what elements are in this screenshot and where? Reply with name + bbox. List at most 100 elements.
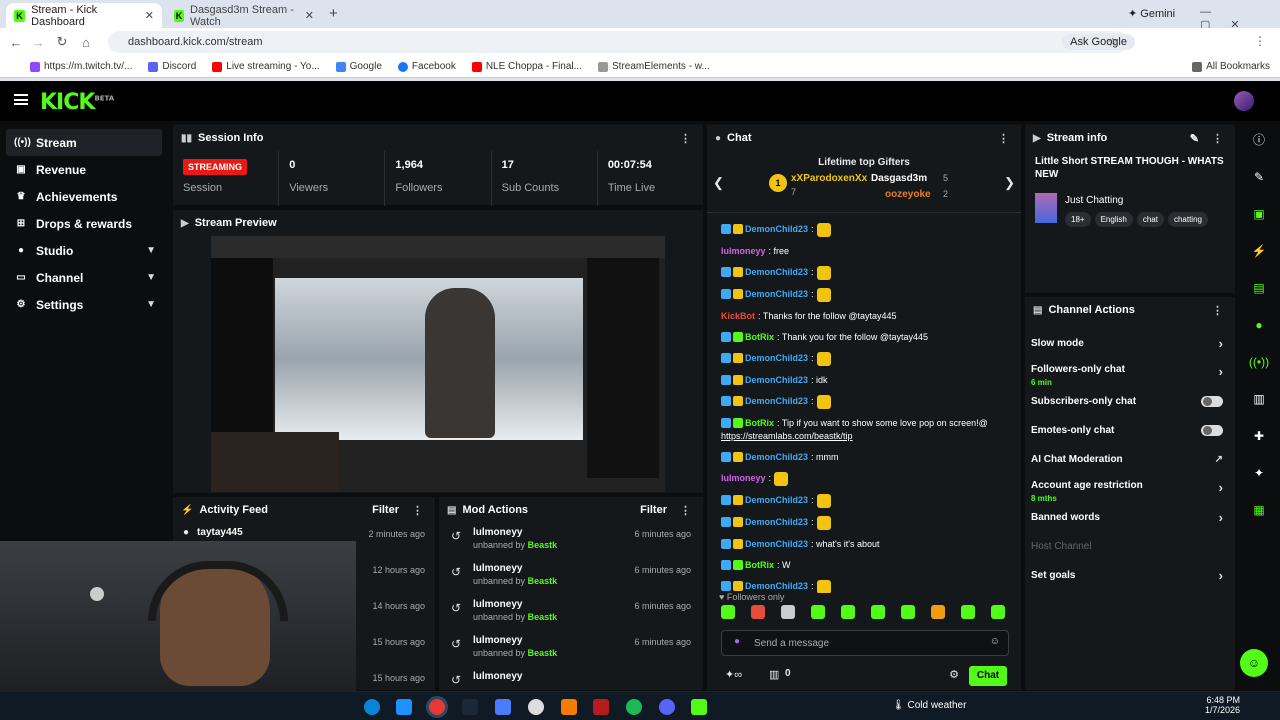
document-icon[interactable]: ▤ (1238, 269, 1280, 306)
chat-username[interactable]: DemonChild23 (745, 538, 808, 551)
emotes-only-toggle[interactable] (1201, 425, 1223, 436)
points-icon[interactable]: ✦∞ (725, 668, 742, 681)
sidebar-item-revenue[interactable]: ▣ Revenue (0, 156, 170, 183)
kick-icon[interactable] (691, 699, 707, 715)
sidebar-item-channel[interactable]: ▭ Channel ▼ (0, 264, 170, 291)
chat-username[interactable]: DemonChild23 (745, 288, 808, 301)
app-icon[interactable] (593, 699, 609, 715)
spotify-icon[interactable] (626, 699, 642, 715)
chevron-left-icon[interactable]: ❮ (713, 175, 724, 191)
chat-username[interactable]: BotRix (745, 417, 774, 430)
bookmark-nle[interactable]: NLE Choppa - Final... (471, 61, 582, 72)
more-options-icon[interactable]: ⋮ (998, 132, 1009, 145)
subscribers-only-row[interactable]: Subscribers-only chat (1025, 387, 1235, 416)
gemini-button[interactable]: ✦ Gemini (1128, 7, 1175, 20)
url-input[interactable]: dashboard.kick.com/stream (108, 31, 1128, 53)
chat-username[interactable]: DemonChild23 (745, 266, 808, 279)
chat-username[interactable]: DemonChild23 (745, 451, 808, 464)
more-options-icon[interactable]: ⋮ (680, 504, 691, 517)
discord-icon[interactable] (659, 699, 675, 715)
new-tab-icon[interactable]: + (329, 5, 338, 22)
app-icon[interactable] (495, 699, 511, 715)
subscribers-only-toggle[interactable] (1201, 396, 1223, 407)
filter-button[interactable]: Filter (372, 504, 399, 516)
steam-icon[interactable] (462, 699, 478, 715)
chrome-icon[interactable] (429, 699, 445, 715)
bookmark-discord[interactable]: Discord (148, 61, 196, 72)
menu-icon[interactable]: ⋮ (1254, 34, 1266, 48)
emote-bar[interactable] (721, 605, 1011, 623)
bookmark-twitch[interactable]: https://m.twitch.tv/... (30, 61, 132, 72)
account-age-row[interactable]: Account age restriction 8 mths › (1025, 474, 1235, 503)
lightning-icon[interactable]: ⚡ (1238, 232, 1280, 269)
chat-username[interactable]: DemonChild23 (745, 223, 808, 236)
filter-button[interactable]: Filter (640, 504, 667, 516)
home-icon[interactable]: ⌂ (74, 35, 98, 50)
hamburger-menu-icon[interactable] (14, 94, 28, 105)
slow-mode-row[interactable]: Slow mode › (1025, 329, 1235, 358)
sidebar-item-settings[interactable]: ⚙ Settings ▼ (0, 291, 170, 318)
followers-only-row[interactable]: Followers-only chat 6 min › (1025, 358, 1235, 387)
chat-username[interactable]: BotRix (745, 559, 774, 572)
store-icon[interactable] (396, 699, 412, 715)
sidebar-item-drops[interactable]: ⊞ Drops & rewards (0, 210, 170, 237)
bookmark-star-icon[interactable]: ☆ (1107, 35, 1118, 49)
wrench-icon[interactable]: ✚ (1238, 417, 1280, 454)
support-icon[interactable]: ☺ (1240, 649, 1268, 677)
sidebar-item-studio[interactable]: ● Studio ▼ (0, 237, 170, 264)
sidebar-item-achievements[interactable]: ♛ Achievements (0, 183, 170, 210)
more-options-icon[interactable]: ⋮ (412, 504, 423, 517)
chat-username[interactable]: lulmoneyy (721, 245, 766, 258)
close-tab-icon[interactable]: ✕ (145, 9, 154, 22)
chat-input[interactable]: Send a message ● ☺ (721, 630, 1009, 656)
bookmark-google[interactable]: Google (335, 61, 382, 72)
bookmark-streamelements[interactable]: StreamElements - w... (598, 61, 710, 72)
chat-username[interactable]: lulmoneyy (721, 472, 766, 485)
clock[interactable]: 6:48 PM 1/7/2026 (1204, 695, 1240, 715)
sidebar-item-stream[interactable]: ((•)) Stream (6, 129, 162, 156)
emotes-only-row[interactable]: Emotes-only chat (1025, 416, 1235, 445)
gear-icon[interactable]: ⚙ (949, 668, 959, 681)
chat-username[interactable]: DemonChild23 (745, 494, 808, 507)
edit-icon[interactable]: ✎ (1190, 132, 1199, 145)
ask-google-button[interactable]: Ask Google (1062, 34, 1135, 50)
info-icon[interactable]: ⓘ (1238, 121, 1280, 158)
chat-username[interactable]: KickBot (721, 310, 755, 323)
more-options-icon[interactable]: ⋮ (1212, 132, 1223, 145)
mic-icon[interactable]: ● (734, 636, 740, 647)
tab-watch[interactable]: K Dasgasd3m Stream - Watch ✕ (166, 3, 322, 28)
puzzle-icon[interactable]: ✦ (1238, 454, 1280, 491)
clapper-icon[interactable]: ▦ (1238, 491, 1280, 528)
gift-icon[interactable]: ▥ (769, 668, 779, 681)
chat-username[interactable]: DemonChild23 (745, 352, 808, 365)
all-bookmarks[interactable]: All Bookmarks (1192, 61, 1270, 72)
edge-icon[interactable] (364, 699, 380, 715)
more-options-icon[interactable]: ⋮ (680, 132, 691, 145)
ai-moderation-row[interactable]: AI Chat Moderation ↗ (1025, 445, 1235, 474)
bookmark-youtube[interactable]: Live streaming - Yo... (212, 61, 320, 72)
forward-icon[interactable]: → (26, 35, 50, 50)
back-icon[interactable]: ← (4, 35, 28, 50)
kick-logo[interactable]: KICKBETA (40, 90, 114, 115)
more-options-icon[interactable]: ⋮ (1212, 304, 1223, 317)
chat-link[interactable]: https://streamlabs.com/beastk/tip (721, 430, 853, 443)
stream-preview-video[interactable] (211, 236, 665, 492)
chat-username[interactable]: DemonChild23 (745, 516, 808, 529)
server-icon[interactable]: ▥ (1238, 380, 1280, 417)
chat-icon[interactable]: ● (1238, 306, 1280, 343)
send-chat-button[interactable]: Chat (969, 666, 1007, 686)
chevron-right-icon[interactable]: ❯ (1004, 175, 1015, 191)
tab-stream-dashboard[interactable]: K Stream - Kick Dashboard ✕ (6, 3, 162, 28)
banned-words-row[interactable]: Banned words › (1025, 503, 1235, 532)
set-goals-row[interactable]: Set goals › (1025, 561, 1235, 590)
close-tab-icon[interactable]: ✕ (305, 9, 314, 22)
chat-username[interactable]: BotRix (745, 331, 774, 344)
chat-username[interactable]: DemonChild23 (745, 374, 808, 387)
avatar[interactable] (1234, 91, 1254, 111)
chat-username[interactable]: DemonChild23 (745, 395, 808, 408)
emoji-icon[interactable]: ☺ (990, 636, 1000, 647)
capture-icon[interactable]: ▣ (1238, 195, 1280, 232)
obs-icon[interactable] (528, 699, 544, 715)
weather-widget[interactable]: 🌡 Cold weather (892, 700, 966, 711)
app-icon[interactable] (561, 699, 577, 715)
